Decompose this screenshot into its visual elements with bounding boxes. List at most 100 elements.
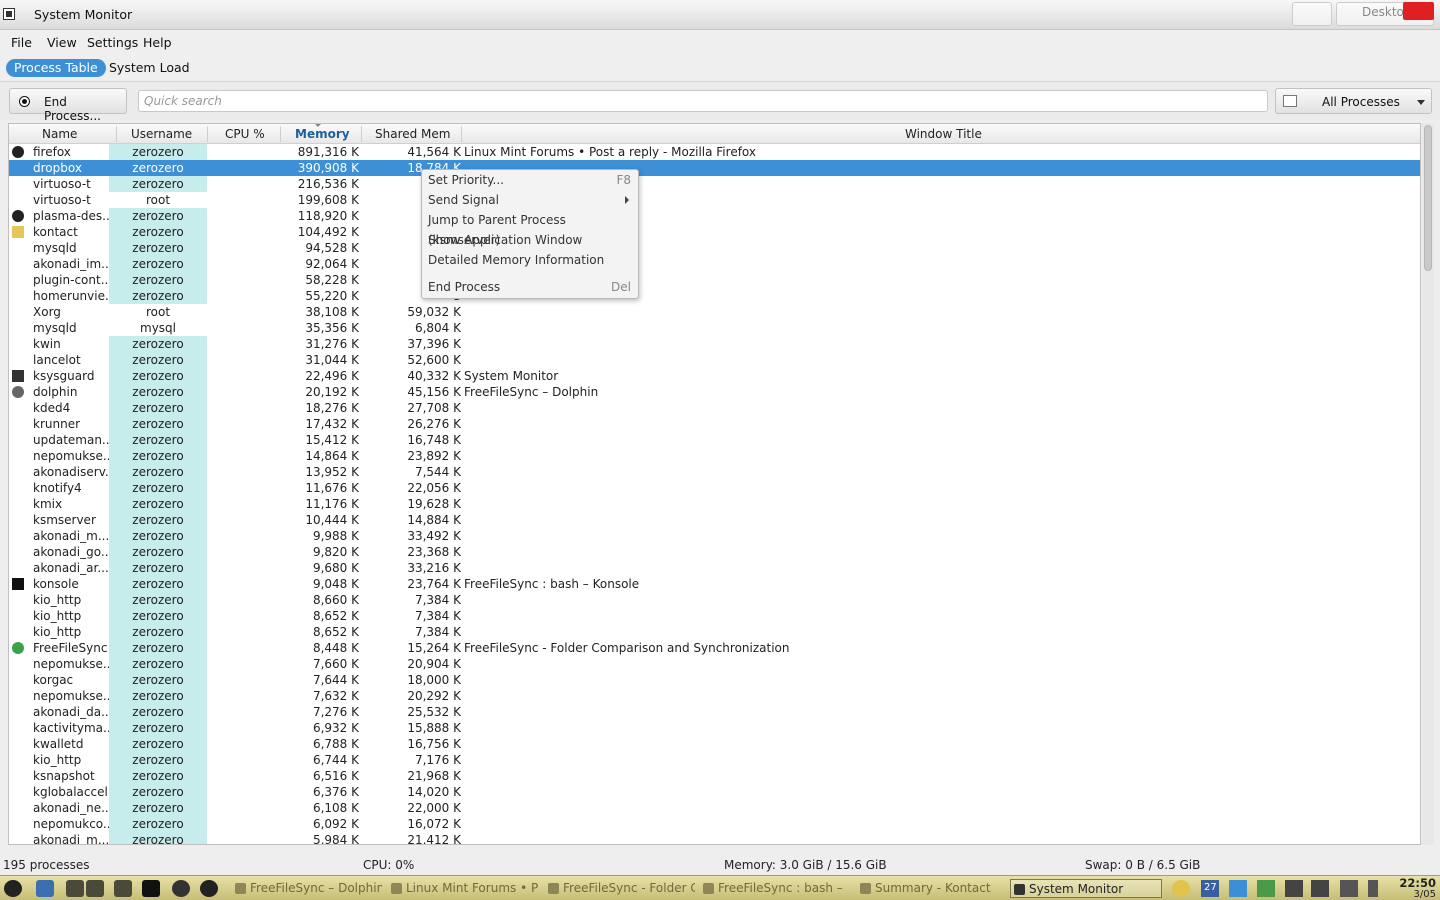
weather-icon[interactable]	[1172, 880, 1190, 897]
tab-process-table[interactable]: Process Table	[6, 59, 106, 77]
column-username[interactable]: Username	[131, 127, 192, 141]
table-row[interactable]: kio_http zerozero 8,660 K 7,384 K	[9, 592, 1420, 608]
taskbar-task[interactable]: System Monitor	[1010, 879, 1162, 898]
menu-detailed-memory[interactable]: Detailed Memory Information	[422, 250, 638, 270]
table-row[interactable]: kwin zerozero 31,276 K 37,396 K	[9, 336, 1420, 352]
table-row[interactable]: kmix zerozero 11,176 K 19,628 K	[9, 496, 1420, 512]
column-shared-mem[interactable]: Shared Mem	[375, 127, 451, 141]
table-row[interactable]: akonadi_im...zerozero92,064 K2	[9, 256, 1420, 272]
taskbar-task[interactable]: FreeFileSync - Folder C	[545, 879, 695, 898]
process-filter-select[interactable]: All Processes	[1275, 88, 1432, 114]
settings-gear-icon[interactable]	[172, 880, 190, 897]
vertical-scrollbar[interactable]	[1422, 123, 1434, 845]
dropbox-icon[interactable]	[1229, 880, 1247, 897]
menu-end-process[interactable]: End Process Del	[422, 277, 638, 297]
table-row[interactable]: nepomukse... zerozero 14,864 K 23,892 K	[9, 448, 1420, 464]
table-row[interactable]: konsole zerozero 9,048 K 23,764 K FreeFileSy…	[9, 576, 1420, 592]
table-row[interactable]: kontactzerozero104,492 K6	[9, 224, 1420, 240]
table-row[interactable]: akonadi_m... zerozero 5,984 K 21,412 K	[9, 832, 1420, 844]
table-row[interactable]: FreeFileSync zerozero 8,448 K 15,264 K FreeF…	[9, 640, 1420, 656]
chevron-up-icon[interactable]	[1368, 880, 1378, 897]
process-memory: 18,276 K	[305, 401, 359, 415]
terminal-icon[interactable]	[142, 880, 160, 897]
update-shield-icon[interactable]	[1257, 880, 1275, 897]
scrollbar-thumb[interactable]	[1424, 125, 1432, 271]
end-process-button[interactable]: End Process...	[9, 88, 127, 123]
column-divider[interactable]	[280, 126, 281, 142]
menu-file[interactable]: File	[11, 35, 32, 50]
table-row[interactable]: ksysguard zerozero 22,496 K 40,332 K System …	[9, 368, 1420, 384]
table-row[interactable]: nepomukse... zerozero 7,660 K 20,904 K	[9, 656, 1420, 672]
table-row[interactable]: akonadi_da... zerozero 7,276 K 25,532 K	[9, 704, 1420, 720]
kde-icon[interactable]	[36, 880, 54, 897]
table-row[interactable]: mysqld mysql 35,356 K 6,804 K	[9, 320, 1420, 336]
menu-set-priority[interactable]: Set Priority... F8	[422, 170, 638, 190]
menu-help[interactable]: Help	[143, 35, 172, 50]
table-row[interactable]: akonadi_m... zerozero 9,988 K 33,492 K	[9, 528, 1420, 544]
table-row[interactable]: nepomukse... zerozero 7,632 K 20,292 K	[9, 688, 1420, 704]
workspace-icon[interactable]	[86, 880, 104, 897]
close-button[interactable]	[1403, 2, 1434, 20]
table-row[interactable]: akonadi_go... zerozero 9,820 K 23,368 K	[9, 544, 1420, 560]
table-row[interactable]: dropbox zerozero 390,908 K 18,784 K	[9, 160, 1420, 176]
menu-send-signal[interactable]: Send Signal	[422, 190, 638, 210]
search-input[interactable]	[138, 90, 1268, 112]
table-row[interactable]: Xorg root 38,108 K 59,032 K	[9, 304, 1420, 320]
desktop-grid-icon[interactable]	[66, 880, 84, 897]
column-divider[interactable]	[116, 126, 117, 142]
table-row[interactable]: nepomukco... zerozero 6,092 K 16,072 K	[9, 816, 1420, 832]
taskbar-task[interactable]: Linux Mint Forums • Po	[388, 879, 538, 898]
menu-show-application-window[interactable]: Show Application Window	[422, 230, 638, 250]
table-row[interactable]: plugin-cont...zerozero58,228 K2	[9, 272, 1420, 288]
table-row[interactable]: dolphin zerozero 20,192 K 45,156 K FreeFileS…	[9, 384, 1420, 400]
table-row[interactable]: akonadi_ne... zerozero 6,108 K 22,000 K	[9, 800, 1420, 816]
table-row[interactable]: ksmserver zerozero 10,444 K 14,884 K	[9, 512, 1420, 528]
table-row[interactable]: kwalletd zerozero 6,788 K 16,756 K	[9, 736, 1420, 752]
table-row[interactable]: updateman... zerozero 15,412 K 16,748 K	[9, 432, 1420, 448]
menu-jump-to-parent[interactable]: Jump to Parent Process (ksmserver)	[422, 210, 638, 247]
wifi-icon[interactable]	[1340, 880, 1358, 897]
table-row[interactable]: kio_http zerozero 8,652 K 7,384 K	[9, 624, 1420, 640]
column-memory[interactable]: Memory	[295, 127, 350, 141]
network-tool-icon[interactable]	[114, 880, 132, 897]
column-cpu[interactable]: CPU %	[225, 127, 265, 141]
calendar-icon[interactable]: 27	[1201, 880, 1219, 897]
table-row[interactable]: firefox zerozero 891,316 K 41,564 K Linux Mi…	[9, 144, 1420, 160]
table-row[interactable]: ksnapshot zerozero 6,516 K 21,968 K	[9, 768, 1420, 784]
table-row[interactable]: krunner zerozero 17,432 K 26,276 K	[9, 416, 1420, 432]
menu-launcher-icon[interactable]	[4, 880, 22, 897]
table-row[interactable]: korgac zerozero 7,644 K 18,000 K	[9, 672, 1420, 688]
table-row[interactable]: mysqld zerozero 94,528 K	[9, 240, 1420, 256]
process-username: mysql	[140, 321, 176, 335]
column-divider[interactable]	[207, 126, 208, 142]
taskbar-task[interactable]: FreeFileSync : bash –	[700, 879, 850, 898]
table-row[interactable]: plasma-des...zerozero118,920 K6	[9, 208, 1420, 224]
table-row[interactable]: virtuoso-troot199,608 K1	[9, 192, 1420, 208]
process-memory: 13,952 K	[305, 465, 359, 479]
scissors-icon[interactable]	[1285, 880, 1303, 897]
table-row[interactable]: lancelot zerozero 31,044 K 52,600 K	[9, 352, 1420, 368]
column-window-title[interactable]: Window Title	[905, 127, 982, 141]
firefox-icon[interactable]	[200, 880, 218, 897]
column-divider[interactable]	[461, 126, 462, 142]
table-row[interactable]: kactivityma... zerozero 6,932 K 15,888 K	[9, 720, 1420, 736]
clock[interactable]: 22:50 3/05	[1390, 877, 1436, 900]
table-row[interactable]: virtuoso-tzerozero216,536 K1	[9, 176, 1420, 192]
table-row[interactable]: homerunvie...zerozero55,220 K3	[9, 288, 1420, 304]
menu-settings[interactable]: Settings	[87, 35, 138, 50]
column-name[interactable]: Name	[42, 127, 77, 141]
table-row[interactable]: kglobalaccel zerozero 6,376 K 14,020 K	[9, 784, 1420, 800]
table-row[interactable]: kio_http zerozero 6,744 K 7,176 K	[9, 752, 1420, 768]
table-row[interactable]: akonadi_ar... zerozero 9,680 K 33,216 K	[9, 560, 1420, 576]
table-row[interactable]: akonadiserv... zerozero 13,952 K 7,544 K	[9, 464, 1420, 480]
menu-view[interactable]: View	[47, 35, 77, 50]
ksysguard-app-icon[interactable]	[3, 8, 15, 20]
volume-icon[interactable]	[1311, 880, 1329, 897]
taskbar-task[interactable]: Summary - Kontact	[857, 879, 1007, 898]
tab-system-load[interactable]: System Load	[101, 59, 198, 77]
taskbar-task[interactable]: FreeFileSync – Dolphin	[232, 879, 382, 898]
table-row[interactable]: kded4 zerozero 18,276 K 27,708 K	[9, 400, 1420, 416]
column-divider[interactable]	[361, 126, 362, 142]
table-row[interactable]: knotify4 zerozero 11,676 K 22,056 K	[9, 480, 1420, 496]
table-row[interactable]: kio_http zerozero 8,652 K 7,384 K	[9, 608, 1420, 624]
